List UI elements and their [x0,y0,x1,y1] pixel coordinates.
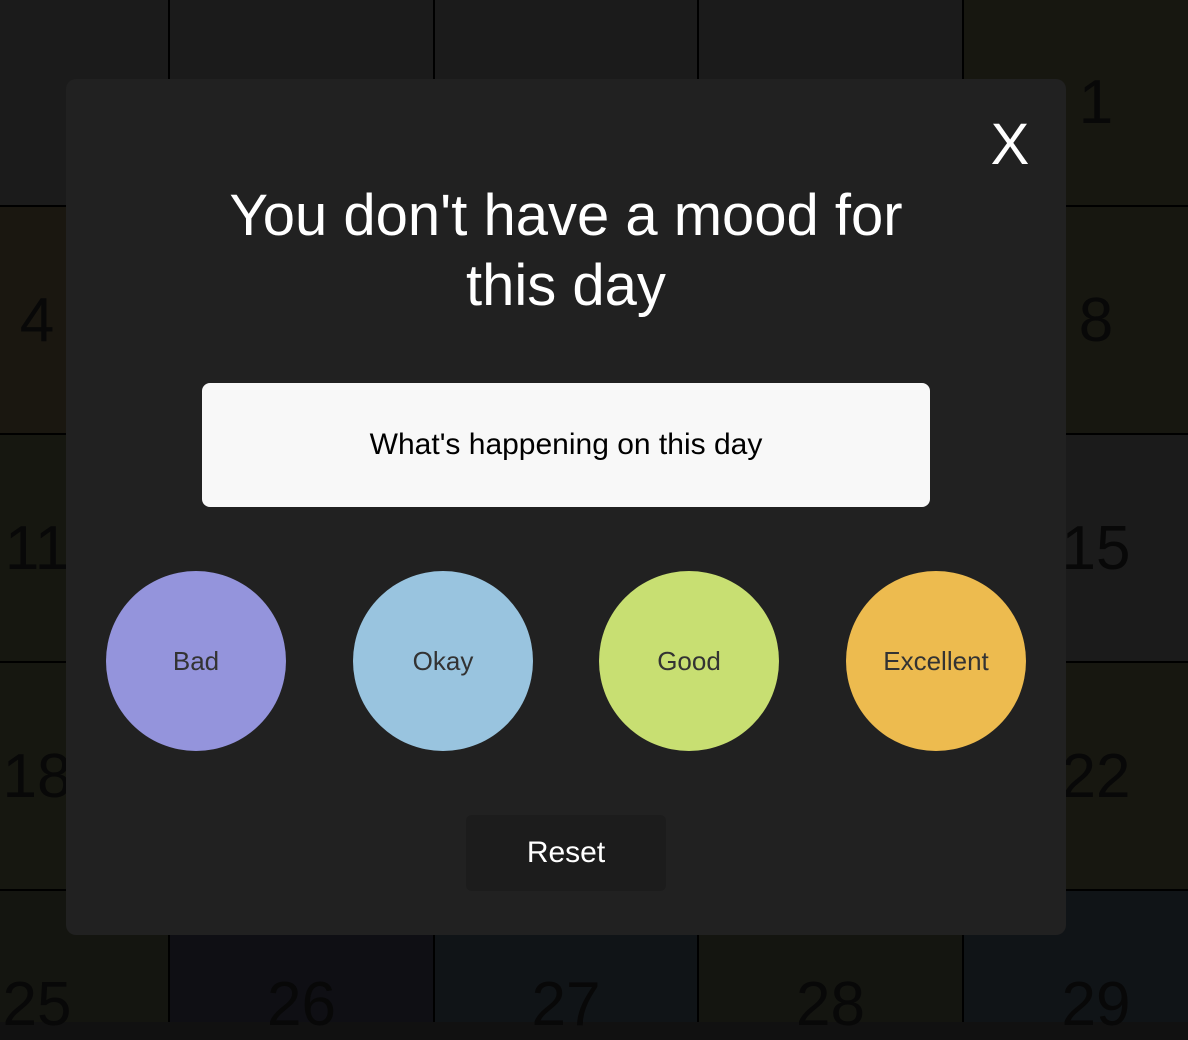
mood-label: Excellent [883,645,989,676]
mood-excellent-button[interactable]: Excellent [846,571,1026,751]
close-button[interactable]: X [985,110,1035,180]
day-number: 4 [19,285,55,355]
reset-button[interactable]: Reset [466,815,666,891]
mood-good-button[interactable]: Good [599,571,779,751]
day-number: 29 [1061,970,1131,1039]
mood-bad-button[interactable]: Bad [106,571,286,751]
mood-label: Bad [172,645,220,676]
mood-okay-button[interactable]: Okay [353,571,533,751]
day-number: 26 [267,970,336,1039]
day-number: 18 [2,741,72,811]
day-number: 28 [796,970,865,1039]
day-number: 11 [4,513,70,583]
day-number: 25 [2,970,72,1039]
mood-modal: X You don't have a mood for this day Bad… [66,79,1066,935]
mood-label: Okay [412,645,474,676]
modal-title: You don't have a mood for this day [229,183,903,318]
mood-label: Good [657,645,721,676]
day-note-input[interactable] [202,383,930,507]
day-number: 27 [531,970,601,1039]
